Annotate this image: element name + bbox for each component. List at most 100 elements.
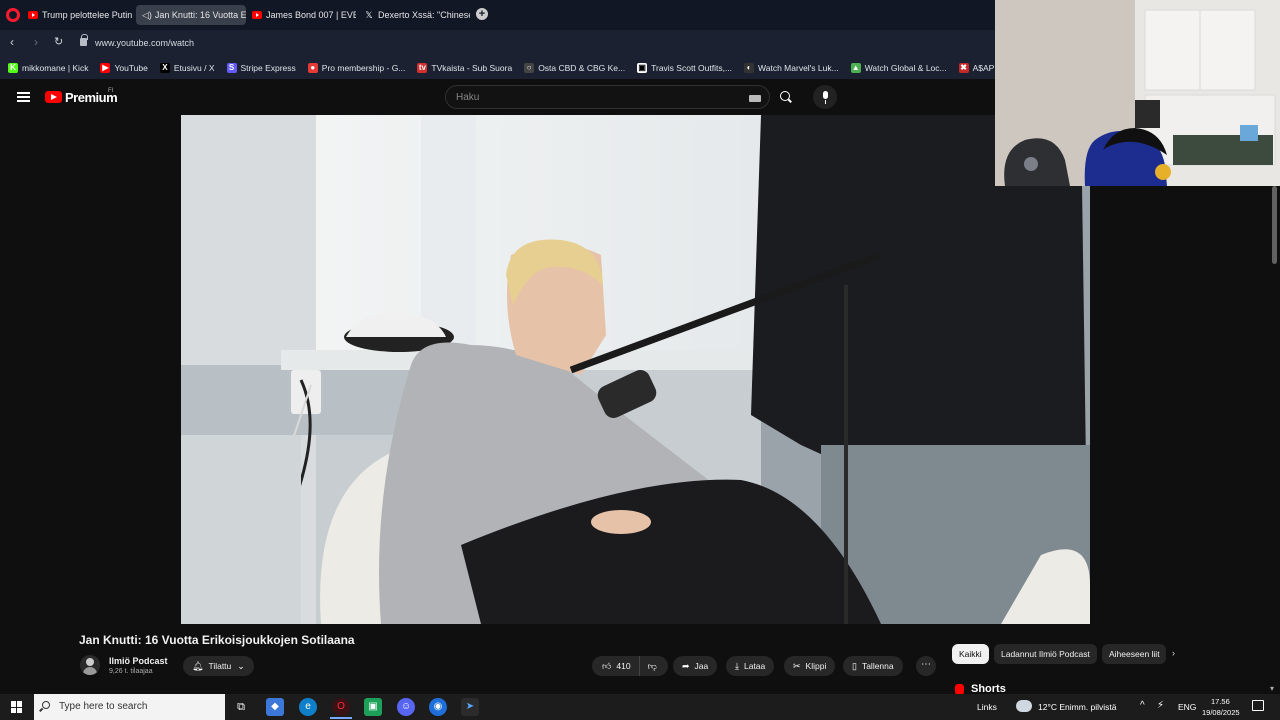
- clip-button[interactable]: ✂ Klippi: [784, 656, 836, 676]
- save-button[interactable]: ▯ Tallenna: [843, 656, 903, 676]
- tray-chevron-up-icon[interactable]: ^: [1140, 700, 1145, 711]
- task-view-icon[interactable]: ⧉: [232, 698, 250, 716]
- search-input[interactable]: Haku: [445, 85, 770, 109]
- kick-icon: K: [8, 63, 18, 73]
- clip-label: Klippi: [805, 661, 827, 671]
- x-icon: 𝕏: [365, 10, 373, 20]
- bookmark-label: mikkomane | Kick: [22, 63, 89, 73]
- bookmark-item[interactable]: tv TVkaista - Sub Suora: [417, 63, 512, 73]
- dislike-button[interactable]: 👎︎: [640, 656, 665, 676]
- globe-icon: ◐: [744, 63, 755, 73]
- browser-tab-2-active[interactable]: ◁) Jan Knutti: 16 Vuotta E: [136, 5, 246, 25]
- bookmark-item[interactable]: Kmikkomane | Kick: [8, 63, 88, 73]
- url-field[interactable]: www.youtube.com/watch: [95, 38, 194, 48]
- bookmark-item[interactable]: ◐ Watch Marvel's Luk...: [744, 63, 839, 73]
- browser-tab-3-label: James Bond 007 | EVERY C: [266, 10, 356, 20]
- bookmark-item[interactable]: ○ Osta CBD & CBG Ke...: [524, 63, 625, 73]
- chip-related[interactable]: Aiheeseen liit: [1102, 644, 1166, 664]
- download-icon: ⤓: [735, 660, 739, 671]
- scroll-down-arrow-icon[interactable]: ▾: [1270, 684, 1274, 693]
- download-label: Lataa: [743, 661, 766, 671]
- pin-icon: ●: [307, 63, 318, 73]
- scissors-icon: ✂: [793, 660, 801, 671]
- bookmark-label: Watch Global & Loc...: [864, 63, 947, 73]
- bookmark-item[interactable]: ● Pro membership - G...: [307, 63, 405, 73]
- edge-icon[interactable]: e: [299, 698, 317, 716]
- bookmark-label: Travis Scott Outfits,...: [651, 63, 733, 73]
- country-code: FI: [108, 88, 114, 94]
- video-frame: [181, 115, 1090, 624]
- tray-date[interactable]: 19/08/2025: [1202, 708, 1240, 717]
- app-blue-icon[interactable]: ◉: [429, 698, 447, 716]
- subscribed-label: Tilattu: [208, 661, 232, 671]
- lock-icon: [80, 34, 88, 46]
- browser-tab-4[interactable]: 𝕏 Dexerto Xssä: "Chinese sc: [358, 5, 470, 25]
- share-arrow-icon: ➦: [682, 660, 690, 671]
- browser-tab-1[interactable]: Trump pelottelee Putinia: [22, 5, 132, 25]
- bookmark-label: TVkaista - Sub Suora: [431, 63, 513, 73]
- chevron-down-icon: ⌄: [237, 660, 245, 671]
- weather-cloud-icon: [1016, 700, 1032, 712]
- taskbar-search-input[interactable]: Type here to search: [34, 694, 225, 720]
- download-button[interactable]: ⤓ Lataa: [726, 656, 775, 676]
- browser-tab-2-label: Jan Knutti: 16 Vuotta E: [154, 10, 246, 20]
- bookmark-item[interactable]: ▣ Travis Scott Outfits,...: [637, 63, 732, 73]
- youtube-logo-icon[interactable]: [45, 91, 62, 103]
- network-icon[interactable]: ⚡︎: [1157, 700, 1164, 711]
- microphone-icon[interactable]: [813, 85, 837, 109]
- app-green-icon[interactable]: ▣: [364, 698, 382, 716]
- app-arrow-icon[interactable]: ➤: [461, 698, 479, 716]
- bookmark-label: Stripe Express: [240, 63, 296, 73]
- more-actions-icon[interactable]: ⋯: [916, 656, 936, 676]
- video-player[interactable]: [181, 115, 1090, 624]
- leaf-icon: ○: [524, 63, 535, 73]
- share-label: Jaa: [694, 661, 709, 671]
- speaker-icon[interactable]: ◁): [142, 10, 152, 21]
- search-button-icon[interactable]: [773, 85, 797, 109]
- back-arrow-icon[interactable]: ‹: [10, 35, 14, 49]
- share-button[interactable]: ➦ Jaa: [673, 656, 718, 676]
- tray-language[interactable]: ENG: [1178, 702, 1196, 712]
- like-button[interactable]: 👍︎ 410: [592, 656, 640, 676]
- thumbs-up-icon: 👍︎: [602, 660, 612, 671]
- channel-name[interactable]: Ilmiö Podcast: [109, 656, 168, 666]
- tray-weather[interactable]: 12°C Enimm. pilvistä: [1038, 702, 1117, 712]
- bookmark-icon: ✖: [958, 63, 969, 73]
- keyboard-icon[interactable]: [749, 95, 761, 102]
- bookmark-label: Watch Marvel's Luk...: [758, 63, 839, 73]
- tray-time[interactable]: 17.56: [1211, 697, 1230, 706]
- search-placeholder: Haku: [456, 92, 480, 103]
- subscribed-button[interactable]: 🔔︎ Tilattu ⌄: [183, 656, 254, 676]
- page-scrollbar[interactable]: [1272, 186, 1277, 264]
- forward-arrow-icon[interactable]: ›: [34, 35, 38, 49]
- chip-uploaded-by-channel[interactable]: Ladannut Ilmiö Podcast: [994, 644, 1097, 664]
- thumbs-down-icon: 👎︎: [647, 660, 657, 671]
- bookmark-icon: ▣: [637, 63, 648, 73]
- bookmark-item[interactable]: ▲ Watch Global & Loc...: [850, 63, 947, 73]
- youtube-icon: ▶: [100, 63, 111, 73]
- video-title: Jan Knutti: 16 Vuotta Erikoisjoukkojen S…: [79, 633, 355, 647]
- active-app-indicator: [330, 717, 352, 719]
- chevron-right-icon[interactable]: ›: [1172, 648, 1175, 658]
- notification-icon[interactable]: [1252, 700, 1264, 711]
- opera-logo-icon[interactable]: [6, 8, 20, 22]
- chip-all[interactable]: Kaikki: [952, 644, 989, 664]
- browser-tab-3[interactable]: James Bond 007 | EVERY C: [246, 5, 356, 25]
- windows-start-icon[interactable]: [11, 701, 23, 713]
- bookmark-item[interactable]: ▶ YouTube: [100, 63, 148, 73]
- bookmark-label: YouTube: [114, 63, 148, 73]
- bookmark-item[interactable]: S Stripe Express: [226, 63, 296, 73]
- menu-hamburger-icon[interactable]: [17, 92, 30, 102]
- discord-icon[interactable]: ☺: [397, 698, 415, 716]
- reload-icon[interactable]: ↻: [54, 35, 63, 48]
- bookmark-item[interactable]: X Etusivu / X: [159, 63, 215, 73]
- bookmark-label: Etusivu / X: [173, 63, 215, 73]
- youtube-icon: [252, 11, 262, 19]
- new-tab-plus-icon[interactable]: +: [476, 8, 488, 20]
- opera-browser-icon[interactable]: O: [332, 698, 350, 716]
- browser-tab-1-label: Trump pelottelee Putinia: [42, 10, 132, 20]
- stripe-icon: S: [226, 63, 237, 73]
- store-icon[interactable]: ◆: [266, 698, 284, 716]
- tray-links[interactable]: Links: [977, 702, 997, 712]
- channel-avatar[interactable]: [80, 655, 100, 675]
